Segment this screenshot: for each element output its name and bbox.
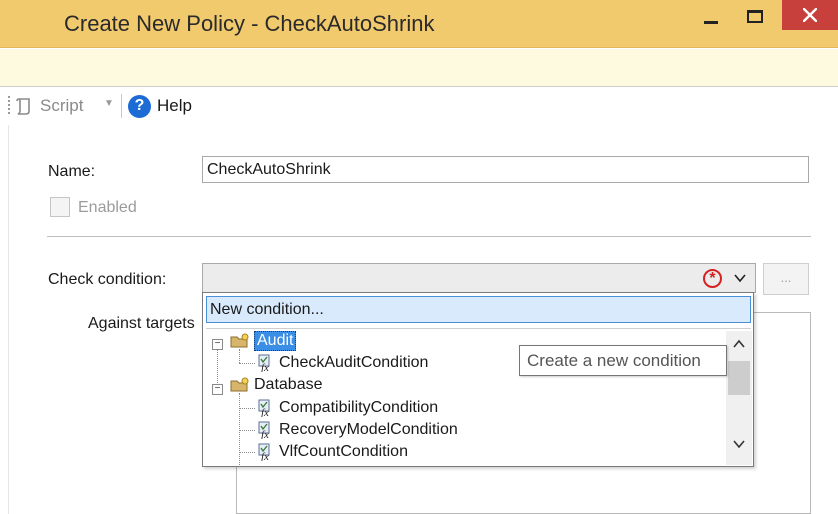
svg-text:fx: fx bbox=[261, 407, 269, 417]
scroll-up-icon[interactable] bbox=[732, 339, 746, 349]
tree-line bbox=[239, 363, 255, 364]
collapse-audit-toggle[interactable]: − bbox=[212, 339, 223, 350]
condition-dropdown: New condition... − Audit fx CheckAuditCo… bbox=[202, 292, 754, 467]
browse-condition-button[interactable]: ... bbox=[763, 263, 809, 295]
dropdown-scrollbar[interactable] bbox=[726, 331, 752, 465]
tree-line bbox=[239, 430, 255, 431]
minimize-button[interactable] bbox=[690, 0, 732, 32]
info-bar bbox=[0, 49, 838, 87]
check-condition-label: Check condition: bbox=[48, 271, 167, 288]
collapse-database-toggle[interactable]: − bbox=[212, 384, 223, 395]
window-title: Create New Policy - CheckAutoShrink bbox=[64, 11, 435, 36]
script-label: Script bbox=[40, 96, 84, 115]
script-icon bbox=[16, 98, 30, 115]
tree-label: CheckAuditCondition bbox=[279, 354, 429, 371]
tree-folder-database[interactable]: Database bbox=[230, 374, 323, 396]
script-button[interactable]: Script bbox=[16, 94, 83, 118]
close-icon bbox=[803, 8, 817, 22]
tree-label: CompatibilityCondition bbox=[279, 399, 439, 416]
toolbar: Script ▼ ? Help bbox=[0, 88, 838, 124]
new-condition-item[interactable]: New condition... bbox=[206, 296, 751, 323]
tree-label: RecoveryModelCondition bbox=[279, 421, 458, 438]
close-button[interactable] bbox=[782, 0, 838, 30]
condition-icon: fx bbox=[258, 421, 270, 439]
dropdown-separator bbox=[206, 328, 751, 329]
title-bar: Create New Policy - CheckAutoShrink bbox=[0, 0, 838, 48]
tree-label: Database bbox=[254, 376, 323, 393]
tooltip: Create a new condition bbox=[519, 345, 727, 376]
tree-line bbox=[239, 408, 255, 409]
tree-item-recoverymodelcondition[interactable]: fx RecoveryModelCondition bbox=[255, 419, 458, 441]
svg-text:fx: fx bbox=[261, 429, 269, 439]
folder-icon bbox=[230, 377, 249, 392]
enabled-checkbox[interactable] bbox=[50, 197, 70, 217]
name-label: Name: bbox=[48, 163, 96, 180]
tree-line bbox=[239, 452, 255, 453]
scroll-down-icon[interactable] bbox=[732, 439, 746, 449]
svg-text:fx: fx bbox=[261, 362, 269, 372]
tree-line bbox=[217, 345, 218, 383]
tree-item-compatibilitycondition[interactable]: fx CompatibilityCondition bbox=[255, 397, 438, 419]
against-targets-label: Against targets bbox=[88, 315, 195, 332]
tree-item-checkauditcondition[interactable]: fx CheckAuditCondition bbox=[255, 352, 428, 374]
chevron-down-icon[interactable] bbox=[733, 271, 747, 285]
condition-icon: fx bbox=[258, 443, 270, 461]
script-dropdown-arrow-icon[interactable]: ▼ bbox=[104, 98, 114, 109]
svg-text:fx: fx bbox=[261, 451, 269, 461]
minimize-icon bbox=[704, 20, 718, 24]
help-button[interactable]: ? Help bbox=[128, 93, 192, 119]
help-label: Help bbox=[157, 96, 192, 115]
scroll-thumb[interactable] bbox=[728, 361, 750, 395]
tree-label: Audit bbox=[254, 331, 297, 351]
tree-label: VlfCountCondition bbox=[279, 443, 408, 460]
tree-folder-audit[interactable]: Audit bbox=[230, 331, 297, 352]
folder-icon bbox=[230, 333, 249, 348]
maximize-icon bbox=[747, 9, 763, 23]
condition-icon: fx bbox=[258, 354, 270, 372]
error-icon: * bbox=[703, 269, 722, 288]
enabled-label: Enabled bbox=[78, 199, 137, 216]
tree-item-vlfcountcondition[interactable]: fx VlfCountCondition bbox=[255, 441, 408, 463]
condition-icon: fx bbox=[258, 399, 270, 417]
maximize-button[interactable] bbox=[734, 0, 776, 32]
section-divider bbox=[47, 236, 811, 237]
check-condition-combo[interactable]: * bbox=[202, 263, 756, 293]
tree-line bbox=[239, 393, 240, 465]
help-icon: ? bbox=[128, 94, 151, 118]
toolbar-grip[interactable] bbox=[8, 96, 10, 116]
toolbar-separator bbox=[121, 94, 122, 118]
name-input[interactable] bbox=[202, 156, 809, 183]
